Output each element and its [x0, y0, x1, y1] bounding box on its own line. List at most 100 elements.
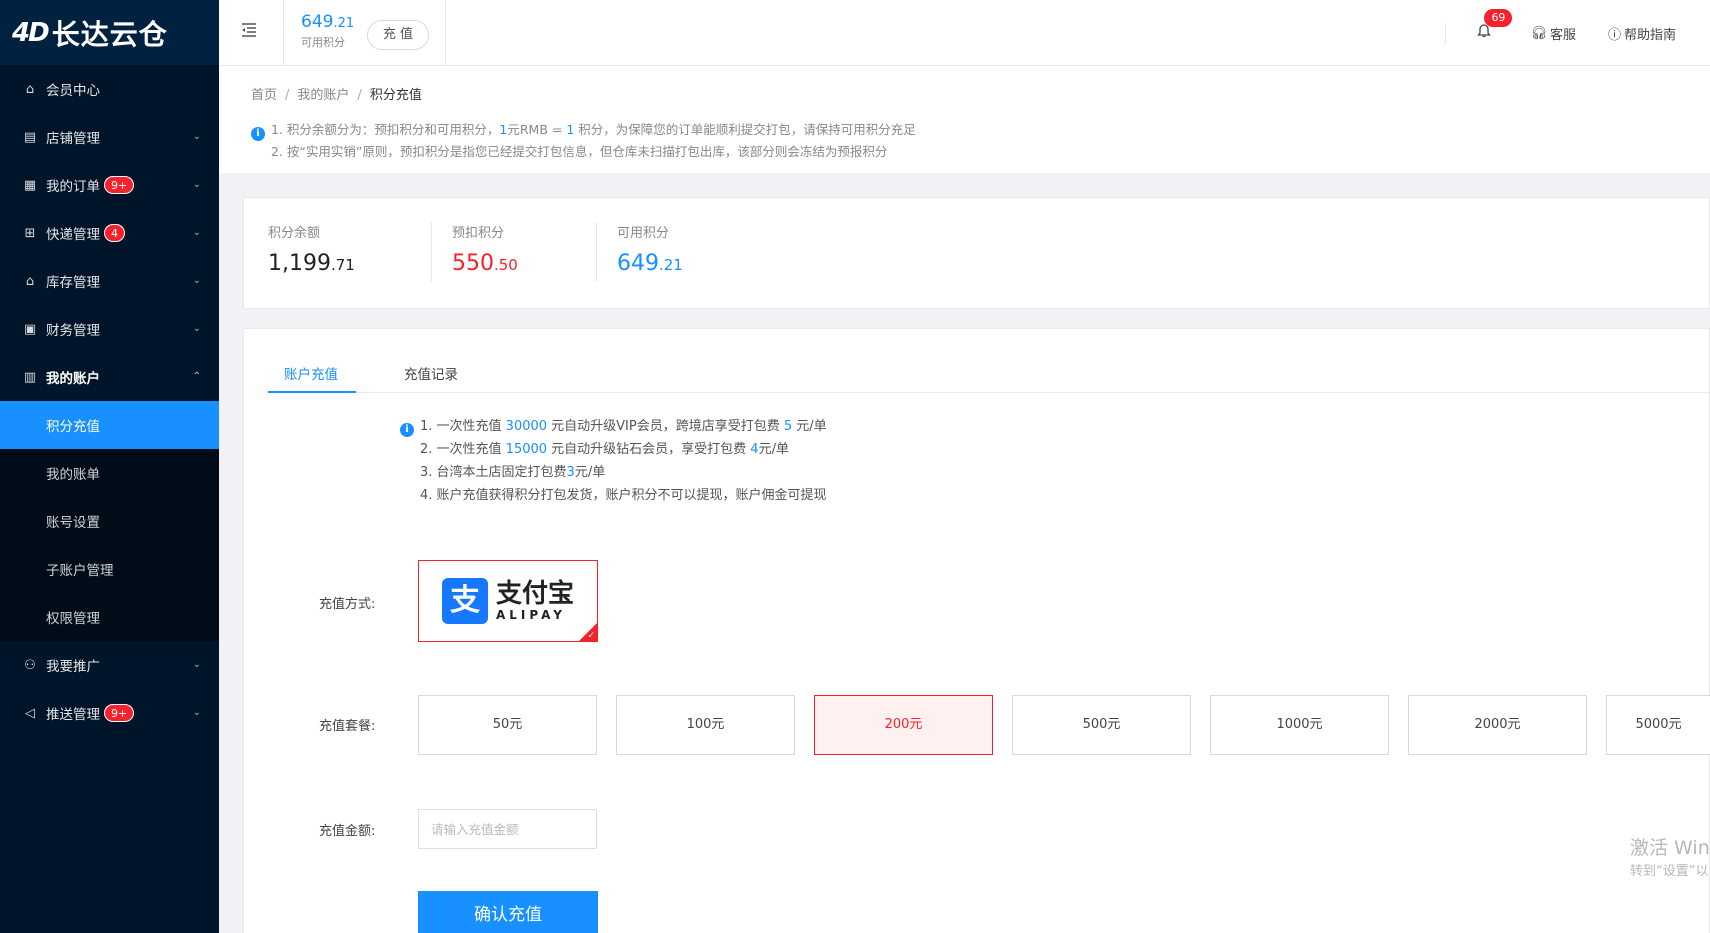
sidebar-item-member-center[interactable]: ⌂ 会员中心: [0, 65, 219, 113]
sidebar-item-push[interactable]: ◁ 推送管理 9+ ⌄: [0, 689, 219, 737]
headset-icon: 🎧︎: [1530, 25, 1547, 41]
balance-total: 积分余额 1,199.71: [268, 222, 355, 276]
breadcrumb-home[interactable]: 首页: [251, 88, 277, 103]
chevron-down-icon: ⌄: [192, 179, 201, 190]
package-option-2000[interactable]: 2000元: [1408, 695, 1587, 755]
order-icon: ▦: [23, 177, 37, 193]
chevron-down-icon: ⌄: [192, 659, 201, 670]
balance-divider: [431, 222, 432, 282]
breadcrumb-separator: /: [285, 88, 290, 103]
tip-line-2: 2. 一次性充值 15000 元自动升级钻石会员，享受打包费 4元/单: [420, 442, 789, 457]
question-circle-icon: ⓘ: [1607, 27, 1621, 43]
logo-mark: 4D: [12, 17, 50, 48]
header-divider: [283, 0, 284, 66]
push-badge: 9+: [104, 704, 135, 722]
help-guide-link[interactable]: ⓘ 帮助指南: [1592, 24, 1710, 43]
amount-label: 充值金额:: [319, 824, 376, 839]
sidebar-item-label: 快递管理: [46, 227, 100, 243]
sidebar-sub-item-sub-accounts[interactable]: 子账户管理: [0, 545, 219, 593]
tip-line-4: 4. 账户充值获得积分打包发货，账户积分不可以提现，账户佣金可提现: [420, 488, 827, 503]
sidebar-sub-item-points-recharge[interactable]: 积分充值: [0, 401, 219, 449]
customer-service-link[interactable]: 🎧︎ 客服: [1514, 24, 1592, 43]
sidebar-item-store[interactable]: ▤ 店铺管理 ⌄: [0, 113, 219, 161]
header-points-label: 可用积分: [301, 36, 345, 49]
balance-reserved: 预扣积分 550.50: [452, 222, 518, 276]
info-icon: i: [400, 423, 414, 437]
sidebar-item-label: 库存管理: [46, 275, 100, 291]
info-icon: i: [251, 127, 265, 141]
confirm-recharge-button[interactable]: 确认充值: [418, 891, 598, 933]
page-header-panel: 首页 / 我的账户 / 积分充值 i 1. 积分余额分为：预扣积分和可用积分，1元RMB …: [219, 66, 1710, 173]
store-icon: ▤: [23, 129, 37, 145]
tab-recharge-history[interactable]: 充值记录: [404, 363, 458, 383]
notification-bell[interactable]: 69: [1454, 9, 1514, 43]
sidebar-item-label: 财务管理: [46, 323, 100, 339]
notification-count-badge: 69: [1484, 9, 1513, 27]
express-badge: 4: [104, 224, 125, 242]
sidebar-sub-item-account-settings[interactable]: 账号设置: [0, 497, 219, 545]
top-header: 649.21 可用积分 充 值 69 🎧︎ 客服 ⓘ 帮助指南: [219, 0, 1710, 66]
sidebar-item-orders[interactable]: ▦ 我的订单 9+ ⌄: [0, 161, 219, 209]
payment-method-label: 充值方式:: [319, 597, 376, 612]
points-notice: i 1. 积分余额分为：预扣积分和可用积分，1元RMB = 1 积分，为保障您的订…: [251, 119, 1710, 163]
notice-line-2: 2. 按“实用实销”原则，预扣积分是指您已经提交打包信息，但仓库未扫描打包出库，…: [271, 144, 888, 159]
alipay-name-en: ALIPAY: [495, 608, 566, 622]
package-option-500[interactable]: 500元: [1012, 695, 1191, 755]
breadcrumb: 首页 / 我的账户 / 积分充值: [251, 84, 1710, 103]
chevron-down-icon: ⌄: [192, 707, 201, 718]
chevron-down-icon: ⌄: [192, 131, 201, 142]
menu-fold-icon[interactable]: [239, 20, 263, 44]
chevron-down-icon: ⌄: [192, 323, 201, 334]
help-guide-label: 帮助指南: [1623, 27, 1676, 43]
sidebar-item-label: 店铺管理: [46, 131, 100, 147]
tab-active-indicator: [268, 391, 356, 393]
sidebar-sub-item-permissions[interactable]: 权限管理: [0, 593, 219, 641]
balance-available: 可用积分 649.21: [617, 222, 683, 276]
sidebar-sub-item-my-bills[interactable]: 我的账单: [0, 449, 219, 497]
customer-service-label: 客服: [1549, 27, 1576, 43]
promote-icon: ⚇: [24, 657, 36, 673]
recharge-tips: i 1. 一次性充值 30000 元自动升级VIP会员，跨境店享受打包费 5 元/…: [400, 415, 827, 507]
windows-activation-watermark: 激活 Win 转到“设置”以: [1630, 837, 1710, 879]
header-divider: [445, 0, 446, 66]
sidebar-item-promote[interactable]: ⚇ 我要推广 ⌄: [0, 641, 219, 689]
alipay-logo-icon: 支: [441, 578, 488, 624]
amount-input[interactable]: [418, 809, 597, 849]
chevron-down-icon: ⌄: [192, 275, 201, 286]
megaphone-icon: ◁: [25, 705, 35, 721]
sidebar-item-label: 会员中心: [46, 83, 100, 99]
header-divider: [1445, 23, 1447, 43]
breadcrumb-account[interactable]: 我的账户: [297, 88, 349, 103]
check-icon: ✓: [587, 631, 595, 641]
package-icon: ⊞: [24, 225, 36, 241]
package-option-100[interactable]: 100元: [616, 695, 795, 755]
package-option-50[interactable]: 50元: [418, 695, 597, 755]
package-option-1000[interactable]: 1000元: [1210, 695, 1389, 755]
sidebar-item-label: 我的账户: [46, 371, 100, 387]
recharge-card: 账户充值 充值记录 i 1. 一次性充值 30000 元自动升级VIP会员，跨境店…: [243, 328, 1710, 933]
balance-available-label: 可用积分: [617, 226, 670, 241]
alipay-option[interactable]: 支 支付宝 ALIPAY ✓: [418, 560, 598, 642]
tip-line-3: 3. 台湾本土店固定打包费3元/单: [420, 465, 606, 480]
header-right: 69 🎧︎ 客服 ⓘ 帮助指南: [1445, 0, 1710, 66]
notice-line-1: i 1. 积分余额分为：预扣积分和可用积分，1元RMB = 1 积分，为保障您的订…: [251, 119, 1710, 141]
balance-reserved-value: 550.50: [452, 251, 518, 276]
alipay-name-cn: 支付宝: [495, 579, 574, 609]
chevron-up-icon: ⌃: [192, 371, 201, 382]
home-icon: ⌂: [25, 81, 35, 97]
package-option-5000[interactable]: 5000元: [1606, 695, 1710, 755]
logo-text: 长达云仓: [51, 17, 168, 51]
sidebar-item-inventory[interactable]: ⌂ 库存管理 ⌄: [0, 257, 219, 305]
package-option-200[interactable]: 200元: [814, 695, 993, 755]
breadcrumb-current: 积分充值: [369, 88, 422, 103]
header-recharge-button[interactable]: 充 值: [367, 20, 429, 50]
sidebar: 4D 长达云仓 ⌂ 会员中心 ▤ 店铺管理 ⌄ ▦ 我的订单 9+ ⌄ ⊞ 快递…: [0, 0, 219, 933]
sidebar-item-express[interactable]: ⊞ 快递管理 4 ⌄: [0, 209, 219, 257]
logo[interactable]: 4D 长达云仓: [0, 0, 219, 65]
balance-total-value: 1,199.71: [268, 251, 355, 276]
sidebar-item-my-account[interactable]: ▥ 我的账户 ⌃: [0, 353, 219, 401]
tab-account-recharge[interactable]: 账户充值: [284, 363, 338, 383]
balance-available-value: 649.21: [617, 251, 683, 276]
warehouse-icon: ⌂: [25, 273, 35, 289]
sidebar-item-finance[interactable]: ▣ 财务管理 ⌄: [0, 305, 219, 353]
